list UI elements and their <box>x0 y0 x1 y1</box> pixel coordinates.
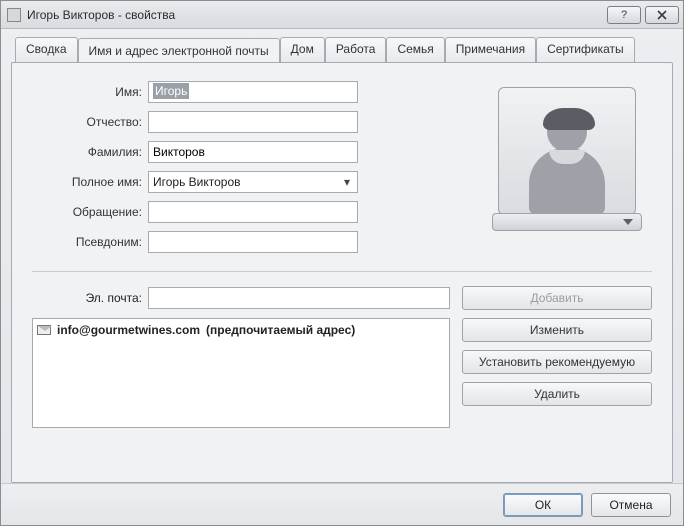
full-name-value: Игорь Викторов <box>153 175 339 189</box>
edit-email-button[interactable]: Изменить <box>462 318 652 342</box>
full-name-combo[interactable]: Игорь Викторов ▾ <box>148 171 358 193</box>
avatar-menu-button[interactable] <box>492 213 642 231</box>
dialog-footer: ОК Отмена <box>1 483 683 525</box>
tab-home[interactable]: Дом <box>280 37 325 63</box>
tab-certificates[interactable]: Сертификаты <box>536 37 635 63</box>
email-listbox[interactable]: info@gourmetwines.com (предпочитаемый ад… <box>32 318 450 428</box>
client-area: Сводка Имя и адрес электронной почты Дом… <box>1 29 683 483</box>
ok-button[interactable]: ОК <box>503 493 583 517</box>
titlebar[interactable]: Игорь Викторов - свойства ? <box>1 1 683 29</box>
first-name-value: Игорь <box>153 83 189 99</box>
nickname-label: Псевдоним: <box>32 235 142 249</box>
email-suffix: (предпочитаемый адрес) <box>206 323 355 337</box>
add-email-button[interactable]: Добавить <box>462 286 652 310</box>
tab-notes[interactable]: Примечания <box>445 37 536 63</box>
list-item[interactable]: info@gourmetwines.com (предпочитаемый ад… <box>37 323 445 337</box>
set-default-email-button[interactable]: Установить рекомендуемую <box>462 350 652 374</box>
tab-work[interactable]: Работа <box>325 37 387 63</box>
delete-email-button[interactable]: Удалить <box>462 382 652 406</box>
email-label: Эл. почта: <box>32 291 142 305</box>
name-form: Имя: Игорь Отчество: Фамилия: Полное имя… <box>32 81 358 253</box>
first-name-label: Имя: <box>32 85 142 99</box>
nickname-input[interactable] <box>148 231 358 253</box>
help-button[interactable]: ? <box>607 6 641 24</box>
close-button[interactable] <box>645 6 679 24</box>
email-input[interactable] <box>148 287 450 309</box>
person-icon <box>517 104 617 214</box>
first-name-input[interactable]: Игорь <box>148 81 358 103</box>
middle-name-input[interactable] <box>148 111 358 133</box>
envelope-icon <box>37 325 51 335</box>
chevron-down-icon <box>623 219 633 225</box>
title-label: Обращение: <box>32 205 142 219</box>
full-name-label: Полное имя: <box>32 175 142 189</box>
tabstrip: Сводка Имя и адрес электронной почты Дом… <box>11 37 673 63</box>
chevron-down-icon: ▾ <box>339 175 355 189</box>
last-name-input[interactable] <box>148 141 358 163</box>
tab-family[interactable]: Семья <box>386 37 444 63</box>
middle-name-label: Отчество: <box>32 115 142 129</box>
tab-panel: Имя: Игорь Отчество: Фамилия: Полное имя… <box>11 62 673 483</box>
avatar-frame[interactable] <box>492 81 642 231</box>
cancel-button[interactable]: Отмена <box>591 493 671 517</box>
properties-dialog: Игорь Викторов - свойства ? Сводка Имя и… <box>0 0 684 526</box>
divider <box>32 271 652 272</box>
email-address: info@gourmetwines.com <box>57 323 200 337</box>
title-input[interactable] <box>148 201 358 223</box>
window-title: Игорь Викторов - свойства <box>27 8 607 22</box>
window-icon <box>7 8 21 22</box>
tab-name-email[interactable]: Имя и адрес электронной почты <box>78 38 280 64</box>
last-name-label: Фамилия: <box>32 145 142 159</box>
avatar-image <box>498 87 636 215</box>
tab-summary[interactable]: Сводка <box>15 37 78 63</box>
